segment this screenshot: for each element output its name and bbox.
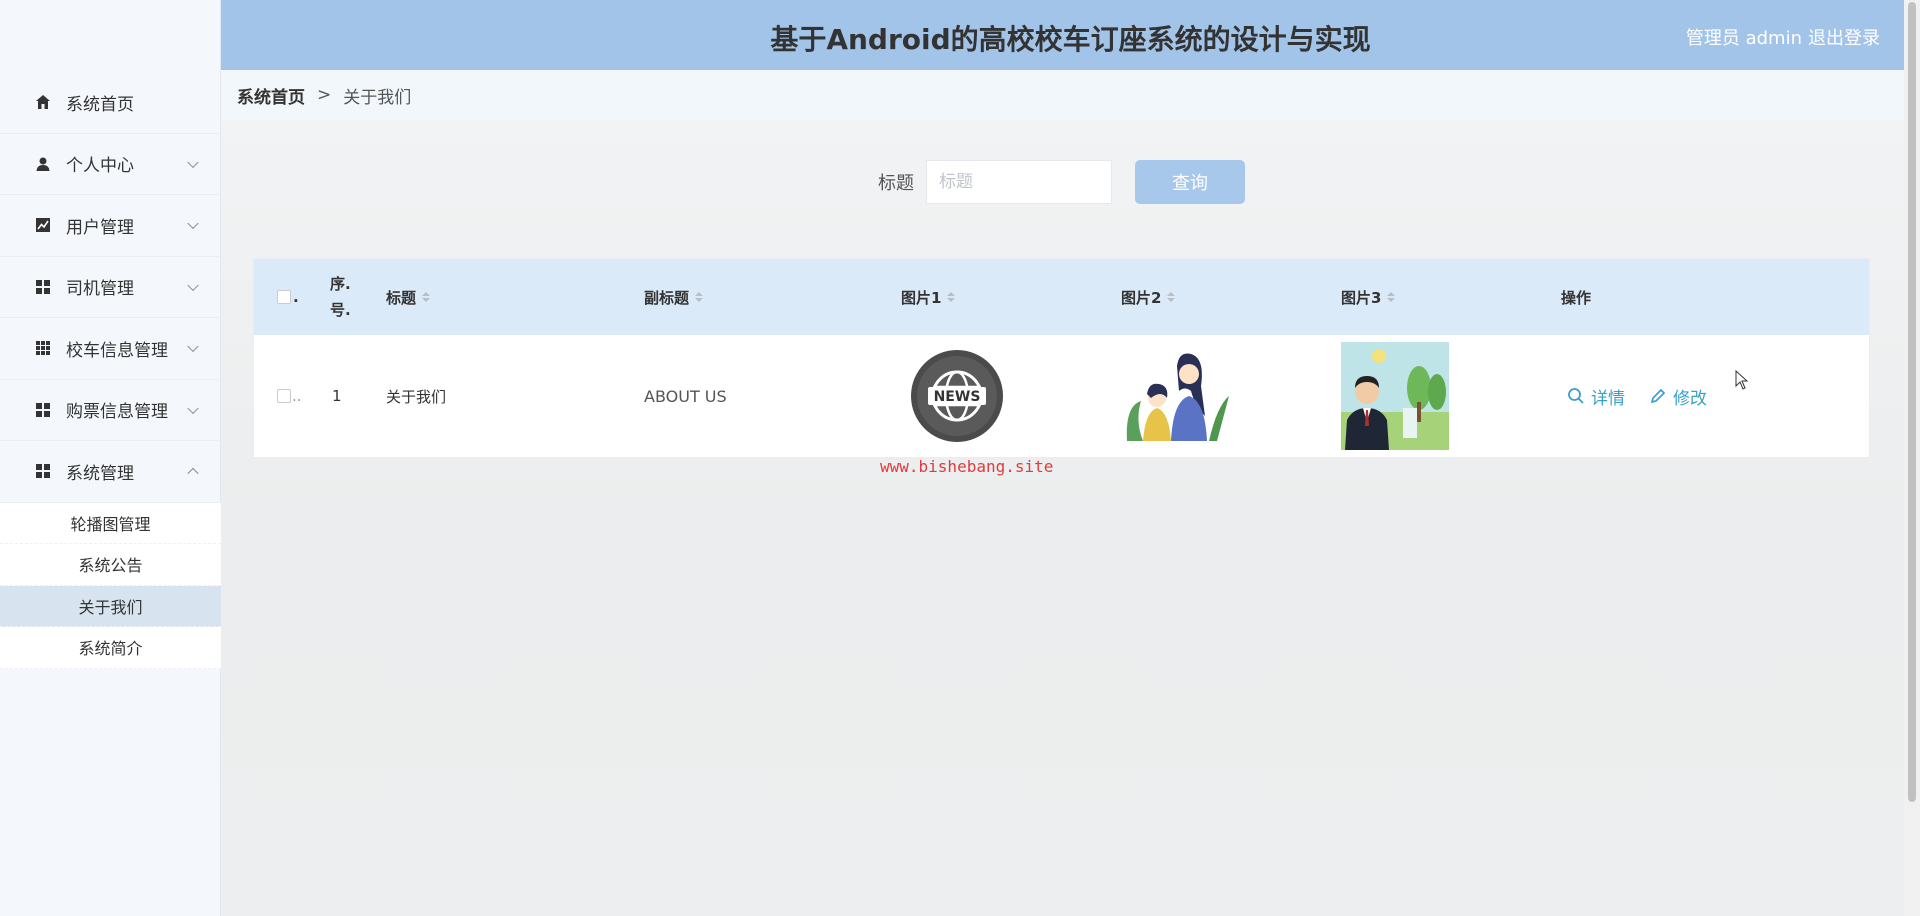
submenu-intro[interactable]: 系统简介 [0,627,221,669]
chevron-down-icon [187,340,199,353]
breadcrumb: 系统首页 > 关于我们 [221,70,1904,120]
chart-icon [34,216,52,234]
detail-button[interactable]: 详情 [1567,384,1625,409]
col-index-line2: 号. [330,301,351,319]
sort-icon[interactable] [1387,292,1396,302]
sort-icon[interactable] [1167,292,1176,302]
col-img2[interactable]: 图片2 [1121,259,1176,335]
sidebar-item-users[interactable]: 用户管理 [0,195,221,257]
sidebar-item-personal[interactable]: 个人中心 [0,134,221,195]
sidebar-item-system[interactable]: 系统管理 [0,441,221,503]
col-img1[interactable]: 图片1 [901,259,956,335]
col-subtitle-label: 副标题 [644,288,690,307]
col-title[interactable]: 标题 [386,259,431,335]
sidebar-item-label: 司机管理 [66,279,134,300]
row-img2 [1121,335,1231,457]
col-ops-label: 操作 [1561,288,1592,307]
submenu-notice[interactable]: 系统公告 [0,544,221,586]
col-img3[interactable]: 图片3 [1341,259,1396,335]
breadcrumb-home[interactable]: 系统首页 [237,83,305,108]
main-content [221,120,1904,916]
watermark-text: www.bishebang.site [880,457,1054,476]
mother-child-illustration [1126,353,1229,441]
page-scrollbar[interactable] [1904,0,1920,916]
logout-link[interactable]: 退出登录 [1808,24,1880,50]
sidebar-item-home[interactable]: 系统首页 [0,72,221,134]
edit-label: 修改 [1673,388,1707,409]
news-globe-image: NEWS [911,350,1003,442]
sidebar: 系统首页 个人中心 用户管理 司机管理 校车信息管理 购票信息管理 系统管理 轮… [0,0,221,916]
top-header: 基于Android的高校校车订座系统的设计与实现 管理员 admin 退出登录 [221,0,1920,70]
table-header: . 序. 号. 标题 副标题 图片1 图片2 图片3 操作 [254,259,1869,335]
col-img2-label: 图片2 [1121,288,1162,307]
chevron-down-icon [187,402,199,414]
app-title: 基于Android的高校校车订座系统的设计与实现 [770,23,1371,56]
col-subtitle[interactable]: 副标题 [644,259,704,335]
search-bar: 标题 查询 [878,160,1245,204]
breadcrumb-separator: > [317,85,332,105]
chevron-down-icon [187,217,199,230]
chevron-down-icon [187,156,199,168]
row-title: 关于我们 [386,387,447,406]
home-icon [34,93,52,111]
user-info: 管理员 admin [1685,28,1802,49]
col-img1-label: 图片1 [901,288,942,307]
submenu-about[interactable]: 关于我们 [0,585,221,627]
sidebar-item-label: 用户管理 [66,217,134,238]
sidebar-item-drivers[interactable]: 司机管理 [0,257,221,318]
apps-icon [34,339,52,357]
row-index: 1 [332,387,342,405]
data-table: . 序. 号. 标题 副标题 图片1 图片2 图片3 操作 .. 1 关于我们 … [253,258,1870,458]
edit-icon [1650,388,1666,404]
sort-icon[interactable] [422,292,431,302]
sidebar-item-label: 校车信息管理 [66,340,168,361]
row-checkbox[interactable] [277,389,291,403]
col-title-label: 标题 [386,288,417,307]
edit-button[interactable]: 修改 [1649,384,1707,409]
sidebar-item-tickets[interactable]: 购票信息管理 [0,380,221,441]
chevron-up-icon [187,467,199,480]
system-submenu: 轮播图管理 系统公告 关于我们 系统简介 [0,502,221,669]
col-ops: 操作 [1561,259,1591,335]
search-button[interactable]: 查询 [1135,160,1245,204]
user-icon [34,155,52,173]
row-subtitle: ABOUT US [644,386,727,406]
table-row: .. 1 关于我们 ABOUT US NEWS 详情 修改 [254,335,1869,457]
col-img3-label: 图片3 [1341,288,1382,307]
search-input[interactable] [926,160,1112,204]
sort-icon[interactable] [947,292,956,302]
sidebar-item-label: 系统管理 [66,463,134,484]
mouse-cursor-icon [1735,370,1749,390]
col-index-line1: 序. [330,275,351,293]
search-label: 标题 [878,173,914,194]
sort-icon[interactable] [695,292,704,302]
portrait-illustration [1341,342,1449,450]
news-text: NEWS [934,389,981,405]
sidebar-item-label: 系统首页 [66,94,134,115]
breadcrumb-current: 关于我们 [343,87,412,108]
grid-icon [34,278,52,296]
submenu-carousel[interactable]: 轮播图管理 [0,503,221,544]
row-img3 [1341,335,1449,457]
search-icon [1568,388,1584,404]
sidebar-menu: 系统首页 个人中心 用户管理 司机管理 校车信息管理 购票信息管理 系统管理 轮… [0,72,221,669]
chevron-down-icon [187,279,199,291]
grid-icon [34,401,52,419]
select-all-checkbox[interactable] [277,290,291,304]
scrollbar-thumb[interactable] [1908,2,1916,802]
detail-label: 详情 [1591,388,1625,409]
row-img1: NEWS [910,335,1004,457]
grid-icon [34,462,52,480]
sidebar-item-label: 购票信息管理 [66,402,168,423]
sidebar-item-label: 个人中心 [66,156,134,177]
sidebar-item-bus-info[interactable]: 校车信息管理 [0,318,221,380]
